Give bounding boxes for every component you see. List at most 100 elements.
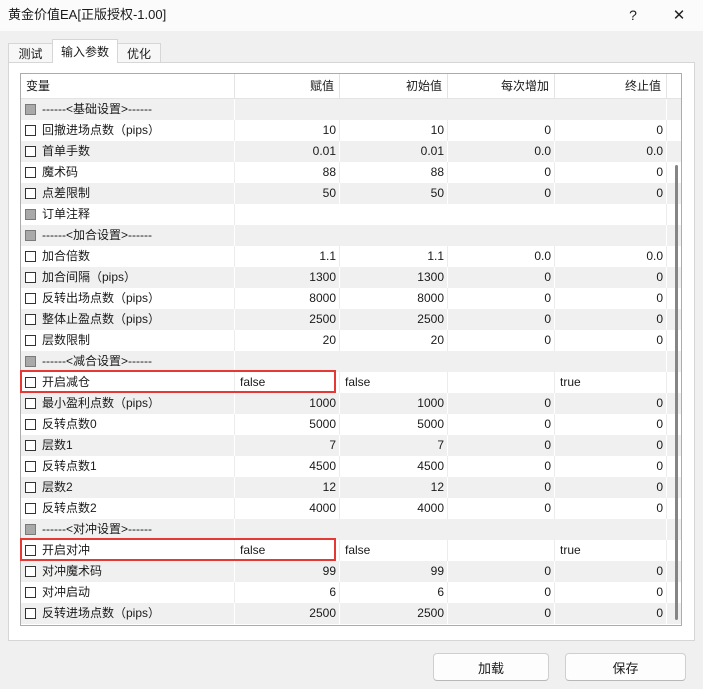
- step-cell[interactable]: 0: [448, 309, 555, 330]
- parameter-row[interactable]: 加合倍数 1.1 1.1 0.0 0.0: [21, 246, 681, 267]
- checkbox-icon[interactable]: [25, 188, 36, 199]
- value-cell[interactable]: 99: [235, 561, 340, 582]
- parameter-name-cell[interactable]: 对冲启动: [21, 582, 235, 603]
- stop-value-cell[interactable]: 0: [555, 120, 667, 141]
- checkbox-icon[interactable]: [25, 587, 36, 598]
- value-cell[interactable]: 6: [235, 582, 340, 603]
- step-cell[interactable]: [448, 540, 555, 561]
- parameter-name-cell[interactable]: 层数2: [21, 477, 235, 498]
- start-value-cell[interactable]: 2500: [340, 603, 448, 624]
- checkbox-icon[interactable]: [25, 335, 36, 346]
- start-value-cell[interactable]: 2500: [340, 309, 448, 330]
- title-bar[interactable]: 黄金价值EA[正版授权-1.00] ? ✕: [0, 0, 703, 31]
- value-cell[interactable]: 7: [235, 435, 340, 456]
- stop-value-cell[interactable]: 0: [555, 582, 667, 603]
- start-value-cell[interactable]: 7: [340, 435, 448, 456]
- tab-optimization[interactable]: 优化: [117, 43, 161, 63]
- parameter-row[interactable]: 反转进场点数（pips） 2500 2500 0 0: [21, 603, 681, 624]
- close-button[interactable]: ✕: [656, 0, 702, 30]
- step-cell[interactable]: 0: [448, 183, 555, 204]
- checkbox-icon[interactable]: [25, 146, 36, 157]
- start-value-cell[interactable]: 5000: [340, 414, 448, 435]
- value-cell[interactable]: 88: [235, 162, 340, 183]
- checkbox-icon[interactable]: [25, 503, 36, 514]
- value-cell[interactable]: 1000: [235, 393, 340, 414]
- value-cell[interactable]: false: [235, 372, 340, 393]
- parameter-row[interactable]: 反转点数2 4000 4000 0 0: [21, 498, 681, 519]
- parameter-row[interactable]: 对冲启动 6 6 0 0: [21, 582, 681, 603]
- stop-value-cell[interactable]: 0: [555, 288, 667, 309]
- value-cell[interactable]: 8000: [235, 288, 340, 309]
- start-value-cell[interactable]: 0.01: [340, 141, 448, 162]
- start-value-cell[interactable]: 50: [340, 183, 448, 204]
- parameter-name-cell[interactable]: 魔术码: [21, 162, 235, 183]
- step-cell[interactable]: 0: [448, 330, 555, 351]
- checkbox-icon[interactable]: [25, 440, 36, 451]
- parameter-name-cell[interactable]: 整体止盈点数（pips）: [21, 309, 235, 330]
- start-value-cell[interactable]: 1000: [340, 393, 448, 414]
- stop-value-cell[interactable]: 0: [555, 393, 667, 414]
- parameter-name-cell[interactable]: 反转点数2: [21, 498, 235, 519]
- checkbox-icon[interactable]: [25, 461, 36, 472]
- help-button[interactable]: ?: [610, 0, 656, 30]
- checkbox-icon[interactable]: [25, 167, 36, 178]
- step-cell[interactable]: 0.0: [448, 141, 555, 162]
- checkbox-icon[interactable]: [25, 398, 36, 409]
- step-cell[interactable]: 0: [448, 582, 555, 603]
- step-cell[interactable]: 0: [448, 120, 555, 141]
- column-header-value[interactable]: 赋值: [235, 74, 340, 98]
- parameter-name-cell[interactable]: 反转点数0: [21, 414, 235, 435]
- step-cell[interactable]: 0: [448, 162, 555, 183]
- stop-value-cell[interactable]: 0: [555, 477, 667, 498]
- stop-value-cell[interactable]: 0: [555, 456, 667, 477]
- scrollbar-thumb[interactable]: [675, 165, 678, 620]
- checkbox-icon[interactable]: [25, 566, 36, 577]
- parameter-row[interactable]: 层数2 12 12 0 0: [21, 477, 681, 498]
- start-value-cell[interactable]: 20: [340, 330, 448, 351]
- start-value-cell[interactable]: false: [340, 372, 448, 393]
- value-cell[interactable]: 5000: [235, 414, 340, 435]
- value-cell[interactable]: 10: [235, 120, 340, 141]
- parameter-name-cell[interactable]: 加合间隔（pips）: [21, 267, 235, 288]
- stop-value-cell[interactable]: 0: [555, 309, 667, 330]
- step-cell[interactable]: [448, 372, 555, 393]
- checkbox-icon[interactable]: [25, 314, 36, 325]
- step-cell[interactable]: 0: [448, 435, 555, 456]
- value-cell[interactable]: 12: [235, 477, 340, 498]
- stop-value-cell[interactable]: 0: [555, 498, 667, 519]
- step-cell[interactable]: 0: [448, 561, 555, 582]
- parameter-name-cell[interactable]: 点差限制: [21, 183, 235, 204]
- step-cell[interactable]: 0: [448, 477, 555, 498]
- value-cell[interactable]: 2500: [235, 603, 340, 624]
- step-cell[interactable]: 0: [448, 603, 555, 624]
- parameter-name-cell[interactable]: 反转进场点数（pips）: [21, 603, 235, 624]
- start-value-cell[interactable]: 10: [340, 120, 448, 141]
- value-cell[interactable]: 1300: [235, 267, 340, 288]
- load-button[interactable]: 加载: [433, 653, 549, 681]
- start-value-cell[interactable]: 12: [340, 477, 448, 498]
- parameter-name-cell[interactable]: 开启对冲: [21, 540, 235, 561]
- value-cell[interactable]: 0.01: [235, 141, 340, 162]
- value-cell[interactable]: 4000: [235, 498, 340, 519]
- parameter-row[interactable]: 魔术码 88 88 0 0: [21, 162, 681, 183]
- parameter-row[interactable]: 订单注释: [21, 204, 681, 225]
- step-cell[interactable]: 0.0: [448, 246, 555, 267]
- step-cell[interactable]: 0: [448, 498, 555, 519]
- checkbox-icon[interactable]: [25, 545, 36, 556]
- value-cell[interactable]: 1.1: [235, 246, 340, 267]
- stop-value-cell[interactable]: 0: [555, 330, 667, 351]
- parameter-name-cell[interactable]: 反转出场点数（pips）: [21, 288, 235, 309]
- value-cell[interactable]: [235, 204, 667, 225]
- step-cell[interactable]: 0: [448, 267, 555, 288]
- stop-value-cell[interactable]: 0: [555, 603, 667, 624]
- start-value-cell[interactable]: 8000: [340, 288, 448, 309]
- step-cell[interactable]: 0: [448, 414, 555, 435]
- stop-value-cell[interactable]: 0.0: [555, 246, 667, 267]
- parameter-row[interactable]: 反转点数0 5000 5000 0 0: [21, 414, 681, 435]
- checkbox-icon[interactable]: [25, 419, 36, 430]
- step-cell[interactable]: 0: [448, 288, 555, 309]
- checkbox-icon[interactable]: [25, 482, 36, 493]
- stop-value-cell[interactable]: 0: [555, 414, 667, 435]
- checkbox-icon[interactable]: [25, 251, 36, 262]
- column-header-stop-value[interactable]: 终止值: [555, 74, 667, 98]
